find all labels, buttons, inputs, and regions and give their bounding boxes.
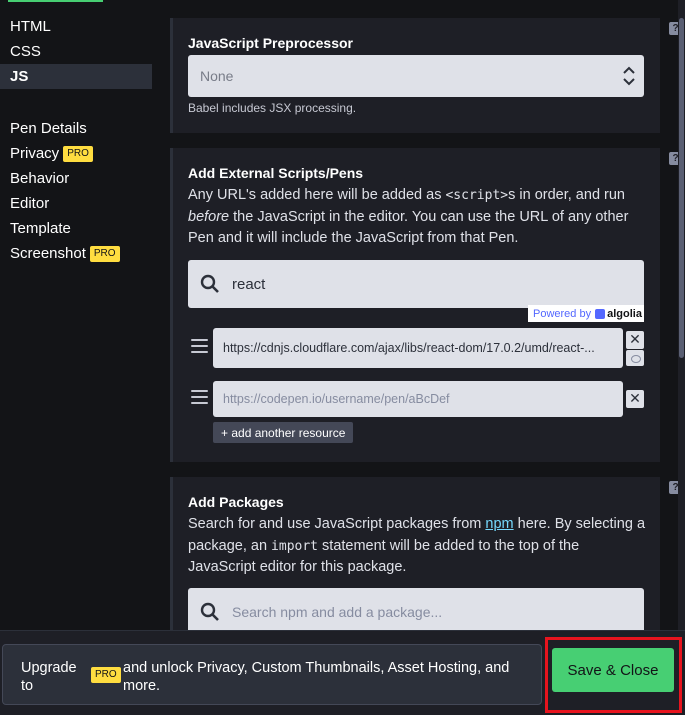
algolia-logo-icon — [595, 308, 606, 319]
scrollbar-thumb[interactable] — [679, 18, 684, 358]
sidebar-item-template[interactable]: Template — [0, 216, 152, 241]
external-search-value: react — [232, 275, 266, 293]
pro-badge: PRO — [91, 667, 121, 683]
save-close-button[interactable]: Save & Close — [552, 648, 674, 692]
external-scripts-card: ? Add External Scripts/Pens Any URL's ad… — [170, 148, 678, 462]
npm-search-placeholder: Search npm and add a package... — [232, 604, 443, 620]
eye-icon[interactable] — [626, 350, 644, 366]
sidebar-item-label: Screenshot — [10, 245, 86, 262]
sidebar-item-label: CSS — [10, 43, 41, 60]
external-scripts-title: Add External Scripts/Pens — [188, 165, 364, 181]
resource-url-input[interactable]: https://cdnjs.cloudflare.com/ajax/libs/r… — [213, 328, 623, 368]
sidebar-item-privacy[interactable]: Privacy PRO — [0, 141, 152, 166]
sidebar-item-css[interactable]: CSS — [0, 39, 152, 64]
preprocessor-card: ? JavaScript Preprocessor None Babel inc… — [170, 18, 678, 133]
add-resource-button[interactable]: + add another resource — [213, 422, 354, 443]
external-search-input[interactable]: react — [188, 260, 644, 308]
preprocessor-select[interactable]: None — [188, 55, 644, 97]
sidebar-item-label: Pen Details — [10, 120, 87, 137]
help-icon[interactable]: ? — [669, 22, 678, 35]
sidebar-item-label: Template — [10, 220, 71, 237]
search-icon — [200, 274, 219, 293]
sidebar-item-screenshot[interactable]: Screenshot PRO — [0, 241, 152, 266]
chevron-up-down-icon — [623, 66, 635, 86]
search-icon — [200, 602, 219, 621]
sidebar-item-label: HTML — [10, 18, 51, 35]
sidebar-item-label: Behavior — [10, 170, 70, 187]
sidebar-item-behavior[interactable]: Behavior — [0, 166, 152, 191]
preprocessor-title: JavaScript Preprocessor — [188, 35, 353, 51]
pro-badge: PRO — [89, 245, 120, 262]
resource-row: https://cdnjs.cloudflare.com/ajax/libs/r… — [188, 328, 658, 368]
drag-handle-icon[interactable] — [191, 390, 208, 406]
sidebar-item-pen-details[interactable]: Pen Details — [0, 116, 152, 141]
sidebar-item-label: Editor — [10, 195, 50, 212]
modal-footer: Upgrade to PRO and unlock Privacy, Custo… — [0, 630, 685, 715]
preprocessor-help-text: Babel includes JSX processing. — [188, 101, 357, 115]
packages-description: Search for and use JavaScript packages f… — [188, 516, 646, 575]
packages-title: Add Packages — [188, 494, 284, 510]
upgrade-banner[interactable]: Upgrade to PRO and unlock Privacy, Custo… — [2, 644, 542, 705]
help-icon[interactable]: ? — [669, 152, 678, 165]
active-tab-indicator — [8, 0, 103, 2]
js-settings-panel: ? JavaScript Preprocessor None Babel inc… — [170, 0, 678, 630]
npm-search-input[interactable]: Search npm and add a package... — [188, 588, 644, 630]
settings-sidebar: HTML CSS JS Pen Details Privacy PRO Behav… — [0, 14, 152, 266]
powered-by-algolia[interactable]: Powered by algolia — [528, 305, 644, 322]
help-icon[interactable]: ? — [669, 481, 678, 494]
sidebar-item-label: Privacy — [10, 145, 60, 162]
external-scripts-description: Any URL's added here will be added as <s… — [188, 187, 629, 246]
save-close-highlight: Save & Close — [545, 637, 682, 713]
sidebar-item-js[interactable]: JS — [0, 64, 152, 89]
packages-card: ? Add Packages Search for and use JavaSc… — [170, 477, 678, 630]
sidebar-item-html[interactable]: HTML — [0, 14, 152, 39]
resource-url-input[interactable]: https://codepen.io/username/pen/aBcDef — [213, 381, 623, 417]
sidebar-item-editor[interactable]: Editor — [0, 191, 152, 216]
pro-badge: PRO — [63, 145, 93, 162]
preprocessor-selected: None — [200, 68, 234, 84]
close-icon[interactable]: ✕ — [626, 331, 644, 349]
resource-row: https://codepen.io/username/pen/aBcDef ✕ — [188, 381, 658, 417]
sidebar-item-label: JS — [10, 68, 29, 85]
upgrade-text: and unlock Privacy, Custom Thumbnails, A… — [123, 660, 510, 694]
upgrade-label: Upgrade to — [21, 660, 77, 694]
npm-link[interactable]: npm — [485, 516, 513, 532]
close-icon[interactable]: ✕ — [626, 390, 644, 408]
drag-handle-icon[interactable] — [191, 339, 208, 355]
scrollbar[interactable] — [678, 0, 685, 630]
